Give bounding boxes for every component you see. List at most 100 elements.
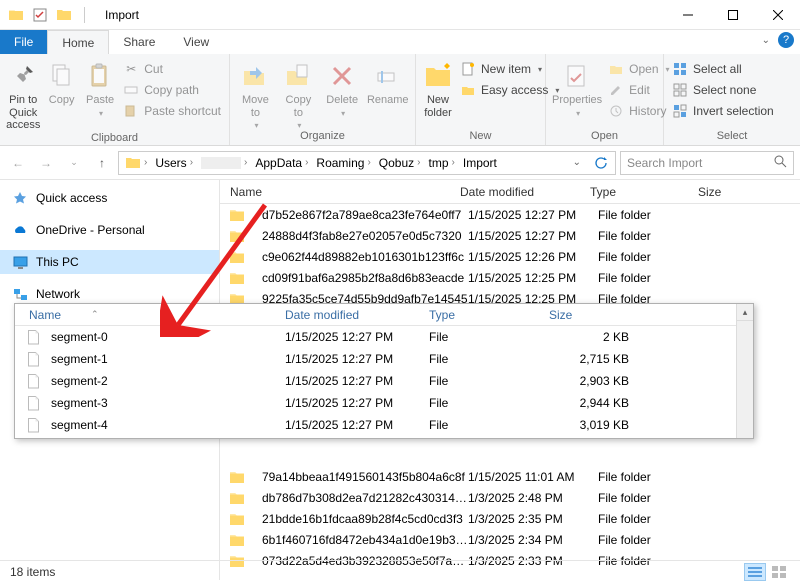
paste-icon [84, 60, 116, 92]
select-all-button[interactable]: Select all [670, 60, 776, 78]
breadcrumb-item[interactable]: Roaming› [312, 156, 374, 170]
cut-button[interactable]: ✂ Cut [121, 60, 223, 78]
open-button[interactable]: Open▾ [606, 60, 671, 78]
folder-type: File folder [598, 533, 706, 547]
folder-date: 1/3/2025 2:34 PM [468, 533, 598, 547]
pin-icon [7, 60, 39, 92]
copy-to-button[interactable]: Copy to▾ [279, 58, 318, 130]
ribbon-tabs: File Home Share View ⌄ ? [0, 30, 800, 54]
nav-this-pc[interactable]: This PC [0, 250, 219, 274]
tab-share[interactable]: Share [109, 30, 169, 54]
pc-icon [12, 254, 28, 270]
select-all-icon [672, 61, 688, 77]
history-button[interactable]: History [606, 102, 671, 120]
folder-name: 24888d4f3fab8e27e02057e0d5c7320 [252, 229, 468, 243]
thumbnail-view-button[interactable] [768, 563, 790, 581]
window-title: Import [105, 8, 139, 22]
delete-button[interactable]: Delete▾ [322, 58, 363, 118]
search-icon [774, 155, 787, 171]
folder-date: 1/15/2025 12:26 PM [468, 250, 598, 264]
copy-path-button[interactable]: Copy path [121, 81, 223, 99]
minimize-button[interactable] [665, 0, 710, 30]
details-view-button[interactable] [744, 563, 766, 581]
folder-row[interactable]: 21bdde16b1fdcaa89b28f4c5cd0cd3f3 1/3/202… [220, 508, 800, 529]
refresh-button[interactable] [589, 152, 613, 174]
file-type: File [429, 374, 549, 388]
rename-button[interactable]: Rename [367, 58, 409, 107]
maximize-button[interactable] [710, 0, 755, 30]
breadcrumb-root[interactable]: › [121, 155, 151, 171]
folder-icon [228, 490, 246, 506]
status-bar: 18 items [0, 560, 800, 582]
overlay-scrollbar[interactable]: ▴ [736, 304, 753, 438]
move-to-button[interactable]: Move to▾ [236, 58, 275, 130]
file-icon [27, 330, 45, 345]
overlay-col-date[interactable]: Date modified [285, 308, 429, 322]
nav-quick-access[interactable]: Quick access [0, 186, 219, 210]
move-to-icon [239, 60, 271, 92]
breadcrumb-item[interactable]: Users› [151, 156, 197, 170]
folder-date: 1/15/2025 12:27 PM [468, 208, 598, 222]
forward-button[interactable]: → [34, 151, 58, 175]
help-icon[interactable]: ? [778, 32, 794, 48]
address-bar[interactable]: › Users› › AppData› Roaming› Qobuz› tmp›… [118, 151, 616, 175]
breadcrumb-item[interactable]: Qobuz› [375, 156, 425, 170]
file-type: File [429, 330, 549, 344]
up-button[interactable]: ↑ [90, 151, 114, 175]
breadcrumb-item[interactable]: › [197, 157, 251, 169]
copy-button[interactable]: Copy [44, 58, 78, 107]
file-row[interactable]: segment-4 1/15/2025 12:27 PM File 3,019 … [15, 414, 736, 436]
breadcrumb-item[interactable]: AppData› [251, 156, 312, 170]
back-button[interactable]: ← [6, 151, 30, 175]
col-date[interactable]: Date modified [460, 185, 590, 199]
folder-name: db786d7b308d2ea7d21282c430314623 [252, 491, 468, 505]
col-type[interactable]: Type [590, 185, 698, 199]
folder-row[interactable]: 6b1f460716fd8472eb434a1d0e19b38a 1/3/202… [220, 529, 800, 550]
tab-home[interactable]: Home [47, 30, 109, 54]
file-size: 2,715 KB [549, 352, 639, 366]
recent-dropdown[interactable]: ⌄ [62, 151, 86, 175]
edit-button[interactable]: Edit [606, 81, 671, 99]
search-input[interactable]: Search Import [620, 151, 794, 175]
close-button[interactable] [755, 0, 800, 30]
address-dropdown[interactable]: ⌄ [569, 157, 585, 168]
file-date: 1/15/2025 12:27 PM [285, 396, 429, 410]
folder-row[interactable]: d7b52e867f2a789ae8ca23fe764e0ff7 1/15/20… [220, 204, 800, 225]
file-row[interactable]: segment-2 1/15/2025 12:27 PM File 2,903 … [15, 370, 736, 392]
ribbon-collapse-icon[interactable]: ⌄ [762, 35, 770, 46]
paste-shortcut-button[interactable]: Paste shortcut [121, 102, 223, 120]
properties-quick-icon[interactable] [32, 7, 48, 23]
file-row[interactable]: segment-3 1/15/2025 12:27 PM File 2,944 … [15, 392, 736, 414]
col-name[interactable]: Name [220, 185, 460, 199]
breadcrumb-item[interactable]: Import [459, 156, 501, 170]
overlay-col-name[interactable]: Name [29, 308, 61, 322]
tab-view[interactable]: View [169, 30, 223, 54]
file-row[interactable]: segment-0 1/15/2025 12:27 PM File 2 KB [15, 326, 736, 348]
overlay-col-size[interactable]: Size [549, 308, 639, 322]
group-clipboard-label: Clipboard [0, 132, 229, 147]
new-folder-button[interactable]: New folder [422, 58, 454, 119]
folder-row[interactable]: c9e062f44d89882eb1016301b123ff6c 1/15/20… [220, 246, 800, 267]
scroll-up-icon[interactable]: ▴ [737, 304, 753, 321]
file-row[interactable]: segment-1 1/15/2025 12:27 PM File 2,715 … [15, 348, 736, 370]
col-size[interactable]: Size [698, 185, 758, 199]
properties-icon [561, 60, 593, 92]
folder-row[interactable]: db786d7b308d2ea7d21282c430314623 1/3/202… [220, 487, 800, 508]
folder-name: 21bdde16b1fdcaa89b28f4c5cd0cd3f3 [252, 512, 468, 526]
nav-onedrive[interactable]: OneDrive - Personal [0, 218, 219, 242]
tab-file[interactable]: File [0, 30, 47, 54]
properties-button[interactable]: Properties▾ [552, 58, 602, 118]
select-none-button[interactable]: Select none [670, 81, 776, 99]
folder-row[interactable]: 24888d4f3fab8e27e02057e0d5c7320 1/15/202… [220, 225, 800, 246]
folder-row[interactable]: cd09f91baf6a2985b2f8a8d6b83eacde 1/15/20… [220, 267, 800, 288]
folder-row[interactable]: 79a14bbeaa1f491560143f5b804a6c8f 1/15/20… [220, 466, 800, 487]
pin-quick-access-button[interactable]: Pin to Quick access [6, 58, 40, 132]
overlay-col-type[interactable]: Type [429, 308, 549, 322]
breadcrumb-item[interactable]: tmp› [425, 156, 459, 170]
paste-button[interactable]: Paste ▾ [83, 58, 117, 118]
address-bar-row: ← → ⌄ ↑ › Users› › AppData› Roaming› Qob… [0, 146, 800, 180]
invert-selection-button[interactable]: Invert selection [670, 102, 776, 120]
item-count: 18 items [10, 565, 55, 579]
easy-access-icon [460, 82, 476, 98]
separator [84, 7, 85, 23]
